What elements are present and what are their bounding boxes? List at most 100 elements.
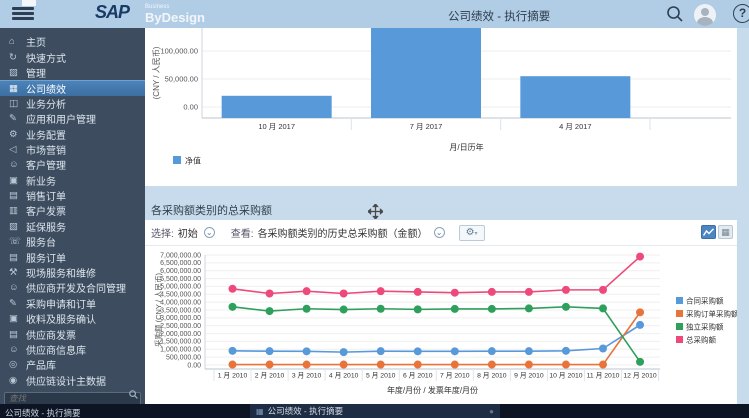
sidebar-search: [4, 388, 141, 401]
page-title: 公司绩效 - 执行摘要: [448, 8, 550, 24]
data-point: [377, 347, 385, 355]
sidebar-item[interactable]: ▣收料及服务确认: [0, 311, 145, 326]
y-tick-label: 5,500,000.00: [160, 276, 201, 283]
sidebar-item-label: 应用和用户管理: [26, 111, 96, 126]
sidebar-search-input[interactable]: [4, 392, 141, 405]
data-point: [562, 361, 570, 369]
data-point: [636, 358, 644, 366]
sidebar-item[interactable]: ▥客户发票: [0, 203, 145, 218]
sidebar-item-label: 供应商信息库: [26, 342, 86, 357]
data-point: [599, 286, 607, 294]
users-icon: ✎: [9, 113, 26, 124]
sidebar-item[interactable]: ▨管理: [0, 65, 145, 80]
y-tick-label: 0.00: [187, 362, 201, 369]
hamburger-menu-icon[interactable]: [12, 7, 34, 21]
x-tick-label: 8 月 2010: [477, 372, 507, 380]
chart-view-toggle[interactable]: [701, 225, 716, 239]
purchase-line-chart: 0.00500,000.001,000,000.001,500,000.002,…: [145, 246, 737, 418]
data-point: [599, 345, 607, 353]
user-avatar[interactable]: [694, 4, 716, 26]
sidebar-item[interactable]: ◁市场营销: [0, 142, 145, 157]
data-point: [451, 361, 459, 369]
sidebar-item-label: 供应链设计主数据: [26, 373, 106, 388]
sidebar-item[interactable]: ☺供应商信息库: [0, 342, 145, 357]
data-point: [525, 304, 533, 312]
sidebar-item[interactable]: ▤供应商发票: [0, 326, 145, 341]
sidebar-item[interactable]: ▤销售订单: [0, 188, 145, 203]
sidebar-search-icon[interactable]: [129, 390, 138, 399]
help-icon[interactable]: ?: [733, 4, 749, 23]
data-point: [414, 347, 422, 355]
data-point: [562, 303, 570, 311]
x-tick-label: 12 月 2010: [623, 372, 656, 380]
purchase-chart-toolbar: 选择: 初始 ⌄ 查看: 各采购额类别的历史总采购额（金额） ⌄ ⚙▾ ▦: [145, 220, 737, 246]
x-tick-label: 10 月 2010: [549, 372, 582, 380]
purchase-request-icon: ✎: [9, 298, 26, 309]
line-chart-icon: [703, 228, 714, 237]
bar: [371, 28, 481, 118]
legend-swatch: [676, 323, 683, 330]
bottom-taskbar: 公司绩效 - 执行摘要 ▦ 公司绩效 - 执行摘要 ●: [0, 404, 749, 418]
legend-label: 独立采购额: [686, 322, 724, 332]
taskbar-left-label: 公司绩效 - 执行摘要: [5, 407, 81, 418]
sidebar-item[interactable]: ✎采购申请和订单: [0, 296, 145, 311]
data-point: [525, 361, 533, 369]
select-value-dropdown[interactable]: 初始: [178, 225, 198, 240]
select-chevron-icon[interactable]: ⌄: [204, 227, 215, 238]
taskbar-tab-badge: ●: [489, 407, 494, 416]
sidebar-item[interactable]: ▧延保服务: [0, 219, 145, 234]
view-value-dropdown[interactable]: 各采购额类别的历史总采购额（金额）: [258, 225, 428, 240]
sidebar-item[interactable]: ☺供应商开发及合同管理: [0, 280, 145, 295]
x-tick-label: 5 月 2010: [366, 372, 396, 380]
sidebar-item[interactable]: ▤服务订单: [0, 249, 145, 264]
sidebar-item[interactable]: ☏服务台: [0, 234, 145, 249]
shortcut-icon: ↻: [9, 52, 26, 63]
sidebar-item[interactable]: ▣新业务: [0, 173, 145, 188]
y-tick-label: 0.00: [183, 103, 198, 112]
data-point: [599, 361, 607, 369]
legend-swatch: [676, 336, 683, 343]
y-tick-label: 6,000,000.00: [160, 268, 201, 275]
table-view-toggle[interactable]: ▦: [718, 225, 733, 239]
sidebar-item[interactable]: ◉供应链设计主数据: [0, 373, 145, 388]
x-tick-label: 2 月 2010: [255, 372, 285, 380]
sidebar-item[interactable]: ✎应用和用户管理: [0, 111, 145, 126]
view-chevron-icon[interactable]: ⌄: [434, 227, 445, 238]
purchase-section-header[interactable]: 各采购额类别的总采购额: [145, 199, 737, 219]
sidebar-item[interactable]: ⚙业务配置: [0, 126, 145, 141]
sidebar-item[interactable]: ☺客户管理: [0, 157, 145, 172]
x-tick-label: 6 月 2010: [403, 372, 433, 380]
sidebar-item-label: 市场营销: [26, 142, 66, 157]
taskbar-tab[interactable]: ▦ 公司绩效 - 执行摘要 ●: [250, 404, 500, 418]
sidebar-item[interactable]: ◫业务分析: [0, 96, 145, 111]
select-label: 选择:: [151, 225, 174, 240]
search-icon[interactable]: [666, 5, 684, 23]
sidebar-item[interactable]: ▦公司绩效: [0, 80, 145, 95]
service-order-icon: ▤: [9, 252, 26, 263]
sidebar-item[interactable]: ⌂主页: [0, 34, 145, 49]
sidebar-item[interactable]: ⚒现场服务和维修: [0, 265, 145, 280]
sidebar-item[interactable]: ↻快速方式: [0, 49, 145, 64]
logo-bydesign-text: ByDesign: [145, 10, 205, 25]
sidebar-item-label: 供应商发票: [26, 327, 76, 342]
y-tick-label: 100,000.00: [160, 47, 198, 56]
sidebar-item-label: 采购申请和订单: [26, 296, 96, 311]
sidebar-item-label: 主页: [26, 34, 46, 49]
settings-gear-button[interactable]: ⚙▾: [459, 225, 485, 241]
data-point: [488, 347, 496, 355]
supplier-invoice-icon: ▤: [9, 329, 26, 340]
product-base-icon: ◎: [9, 359, 26, 370]
y-tick-label: 2,000,000.00: [160, 331, 201, 338]
sales-order-icon: ▤: [9, 190, 26, 201]
sidebar-item-label: 收料及服务确认: [26, 311, 96, 326]
x-axis-title: 年度/月份 / 发票年度/月份: [387, 385, 478, 395]
data-point: [636, 253, 644, 261]
x-tick-label: 4 月 2017: [559, 122, 592, 131]
analytics-icon: ◫: [9, 98, 26, 109]
sidebar-item-label: 延保服务: [26, 219, 66, 234]
invoice-icon: ▥: [9, 205, 26, 216]
data-point: [488, 361, 496, 369]
field-service-icon: ⚒: [9, 267, 26, 278]
sidebar-item[interactable]: ◎产品库: [0, 357, 145, 372]
sidebar-nav: ⌂主页↻快速方式▨管理▦公司绩效◫业务分析✎应用和用户管理⚙业务配置◁市场营销☺…: [0, 28, 145, 404]
